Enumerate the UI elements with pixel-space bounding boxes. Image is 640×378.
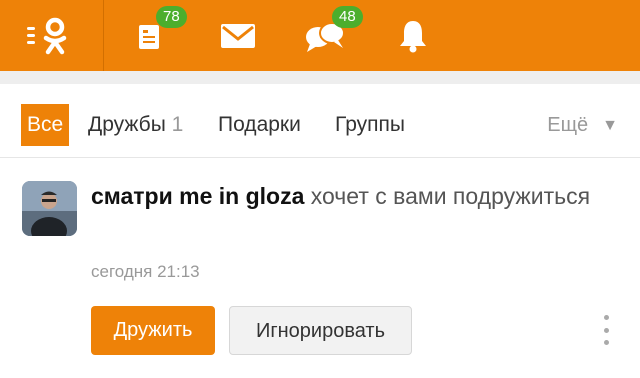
filter-tabs: Все Дружбы 1 Подарки Группы Ещё ▼ xyxy=(0,84,640,158)
tab-groups[interactable]: Группы xyxy=(335,104,405,146)
more-vertical-icon[interactable] xyxy=(596,315,616,345)
bell-icon[interactable] xyxy=(395,0,431,71)
top-bar: 78 48 xyxy=(0,0,640,71)
tab-all[interactable]: Все xyxy=(21,104,70,146)
ignore-button[interactable]: Игнорировать xyxy=(229,306,412,355)
avatar[interactable] xyxy=(22,181,77,236)
discussions-badge: 48 xyxy=(332,6,363,28)
tab-friendships[interactable]: Дружбы 1 xyxy=(88,104,183,146)
kebab-dot xyxy=(603,340,609,345)
notes-badge: 78 xyxy=(156,6,187,28)
tab-friendships-count: 1 xyxy=(171,113,184,136)
sender-name[interactable]: сматри me in gloza xyxy=(91,183,304,209)
more-label: Ещё xyxy=(547,114,589,136)
timestamp: сегодня 21:13 xyxy=(91,262,200,281)
more-dropdown[interactable]: Ещё ▼ xyxy=(547,104,618,146)
kebab-dot xyxy=(603,327,609,333)
mail-icon[interactable] xyxy=(218,0,258,71)
friend-request-text: сматри me in gloza хочет с вами подружит… xyxy=(91,180,591,212)
ok-logo-icon[interactable] xyxy=(20,0,80,71)
accept-friend-button[interactable]: Дружить xyxy=(91,306,215,355)
chevron-down-icon: ▼ xyxy=(602,117,618,134)
tab-friendships-label: Дружбы xyxy=(88,113,166,136)
header-divider xyxy=(103,0,104,71)
request-message: хочет с вами подружиться xyxy=(304,183,591,209)
tab-gifts[interactable]: Подарки xyxy=(218,104,301,146)
kebab-dot xyxy=(603,315,609,320)
